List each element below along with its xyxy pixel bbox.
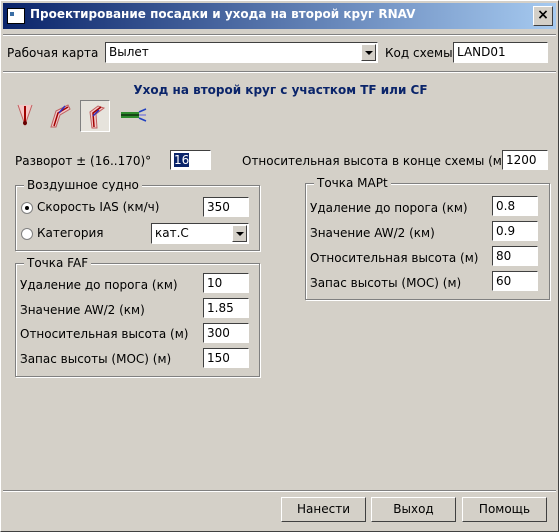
chevron-down-icon[interactable]: [232, 225, 247, 242]
aircraft-group-title: Воздушное судно: [24, 178, 142, 192]
faf-aw-label: Значение AW/2 (км): [20, 303, 145, 317]
separator: [3, 71, 556, 73]
separator: [3, 490, 556, 492]
app-icon: [7, 8, 25, 24]
category-label: Категория: [37, 226, 104, 240]
end-height-label: Относительная высота в конце схемы (м): [242, 154, 507, 168]
mapt-aw-input[interactable]: 0.9: [492, 221, 538, 241]
ias-radio[interactable]: [21, 202, 33, 214]
mapt-aw-label: Значение AW/2 (км): [310, 226, 435, 240]
end-height-input[interactable]: 1200: [502, 150, 548, 170]
title-bar[interactable]: Проектирование посадки и ухода на второй…: [3, 3, 556, 29]
exit-button[interactable]: Выход: [371, 497, 456, 522]
category-select[interactable]: кат.С: [151, 223, 249, 244]
faf-aw-input[interactable]: 1.85: [203, 298, 249, 318]
mapt-dist-input[interactable]: 0.8: [492, 196, 538, 216]
ias-input[interactable]: 350: [203, 197, 249, 217]
chevron-down-icon[interactable]: [361, 44, 376, 61]
dialog-window: Проектирование посадки и ухода на второй…: [0, 0, 559, 532]
section-heading: Уход на второй круг с участком TF или CF: [133, 83, 428, 97]
map-select-value: Вылет: [109, 45, 149, 59]
close-icon: ×: [537, 7, 549, 23]
approach-turn-icon: [50, 104, 71, 128]
map-label: Рабочая карта: [7, 46, 99, 60]
ias-label: Скорость IAS (км/ч): [37, 200, 160, 214]
faf-group-title: Точка FAF: [24, 256, 92, 270]
faf-moc-label: Запас высоты (МОС) (м): [20, 352, 172, 366]
category-radio[interactable]: [21, 228, 33, 240]
window-title: Проектирование посадки и ухода на второй…: [30, 7, 416, 21]
faf-dist-input[interactable]: 10: [203, 273, 249, 293]
scheme-label: Код схемы: [385, 46, 453, 60]
faf-dist-label: Удаление до порога (км): [20, 278, 178, 292]
mapt-height-input[interactable]: 80: [492, 246, 538, 266]
category-select-value: кат.С: [155, 226, 189, 240]
close-button[interactable]: ×: [533, 6, 553, 26]
apply-button[interactable]: Нанести: [281, 497, 366, 522]
faf-height-input[interactable]: 300: [203, 323, 249, 343]
turn-input[interactable]: 16: [170, 150, 211, 170]
tool-approach-runway[interactable]: [115, 100, 147, 132]
map-select[interactable]: Вылет: [105, 42, 378, 63]
approach-runway-icon: [121, 108, 147, 122]
approach-straight-icon: [17, 104, 33, 127]
mapt-moc-label: Запас высоты (МОС) (м): [310, 276, 462, 290]
faf-moc-input[interactable]: 150: [203, 348, 249, 368]
approach-turn-back-icon: [89, 105, 106, 129]
mapt-group-title: Точка MAPt: [314, 176, 391, 190]
mapt-dist-label: Удаление до порога (км): [310, 201, 468, 215]
faf-height-label: Относительная высота (м): [20, 327, 189, 341]
tool-approach-straight[interactable]: [10, 100, 40, 132]
mapt-height-label: Относительная высота (м): [310, 251, 479, 265]
help-button[interactable]: Помощь: [462, 497, 547, 522]
scheme-code-input[interactable]: LAND01: [453, 42, 548, 63]
turn-value: 16: [174, 153, 190, 167]
tool-approach-turn[interactable]: [45, 100, 75, 132]
mapt-moc-input[interactable]: 60: [492, 271, 538, 291]
turn-label: Разворот ± (16..170)°: [15, 154, 152, 168]
separator: [3, 34, 556, 36]
tool-approach-turn-back[interactable]: [80, 100, 110, 132]
